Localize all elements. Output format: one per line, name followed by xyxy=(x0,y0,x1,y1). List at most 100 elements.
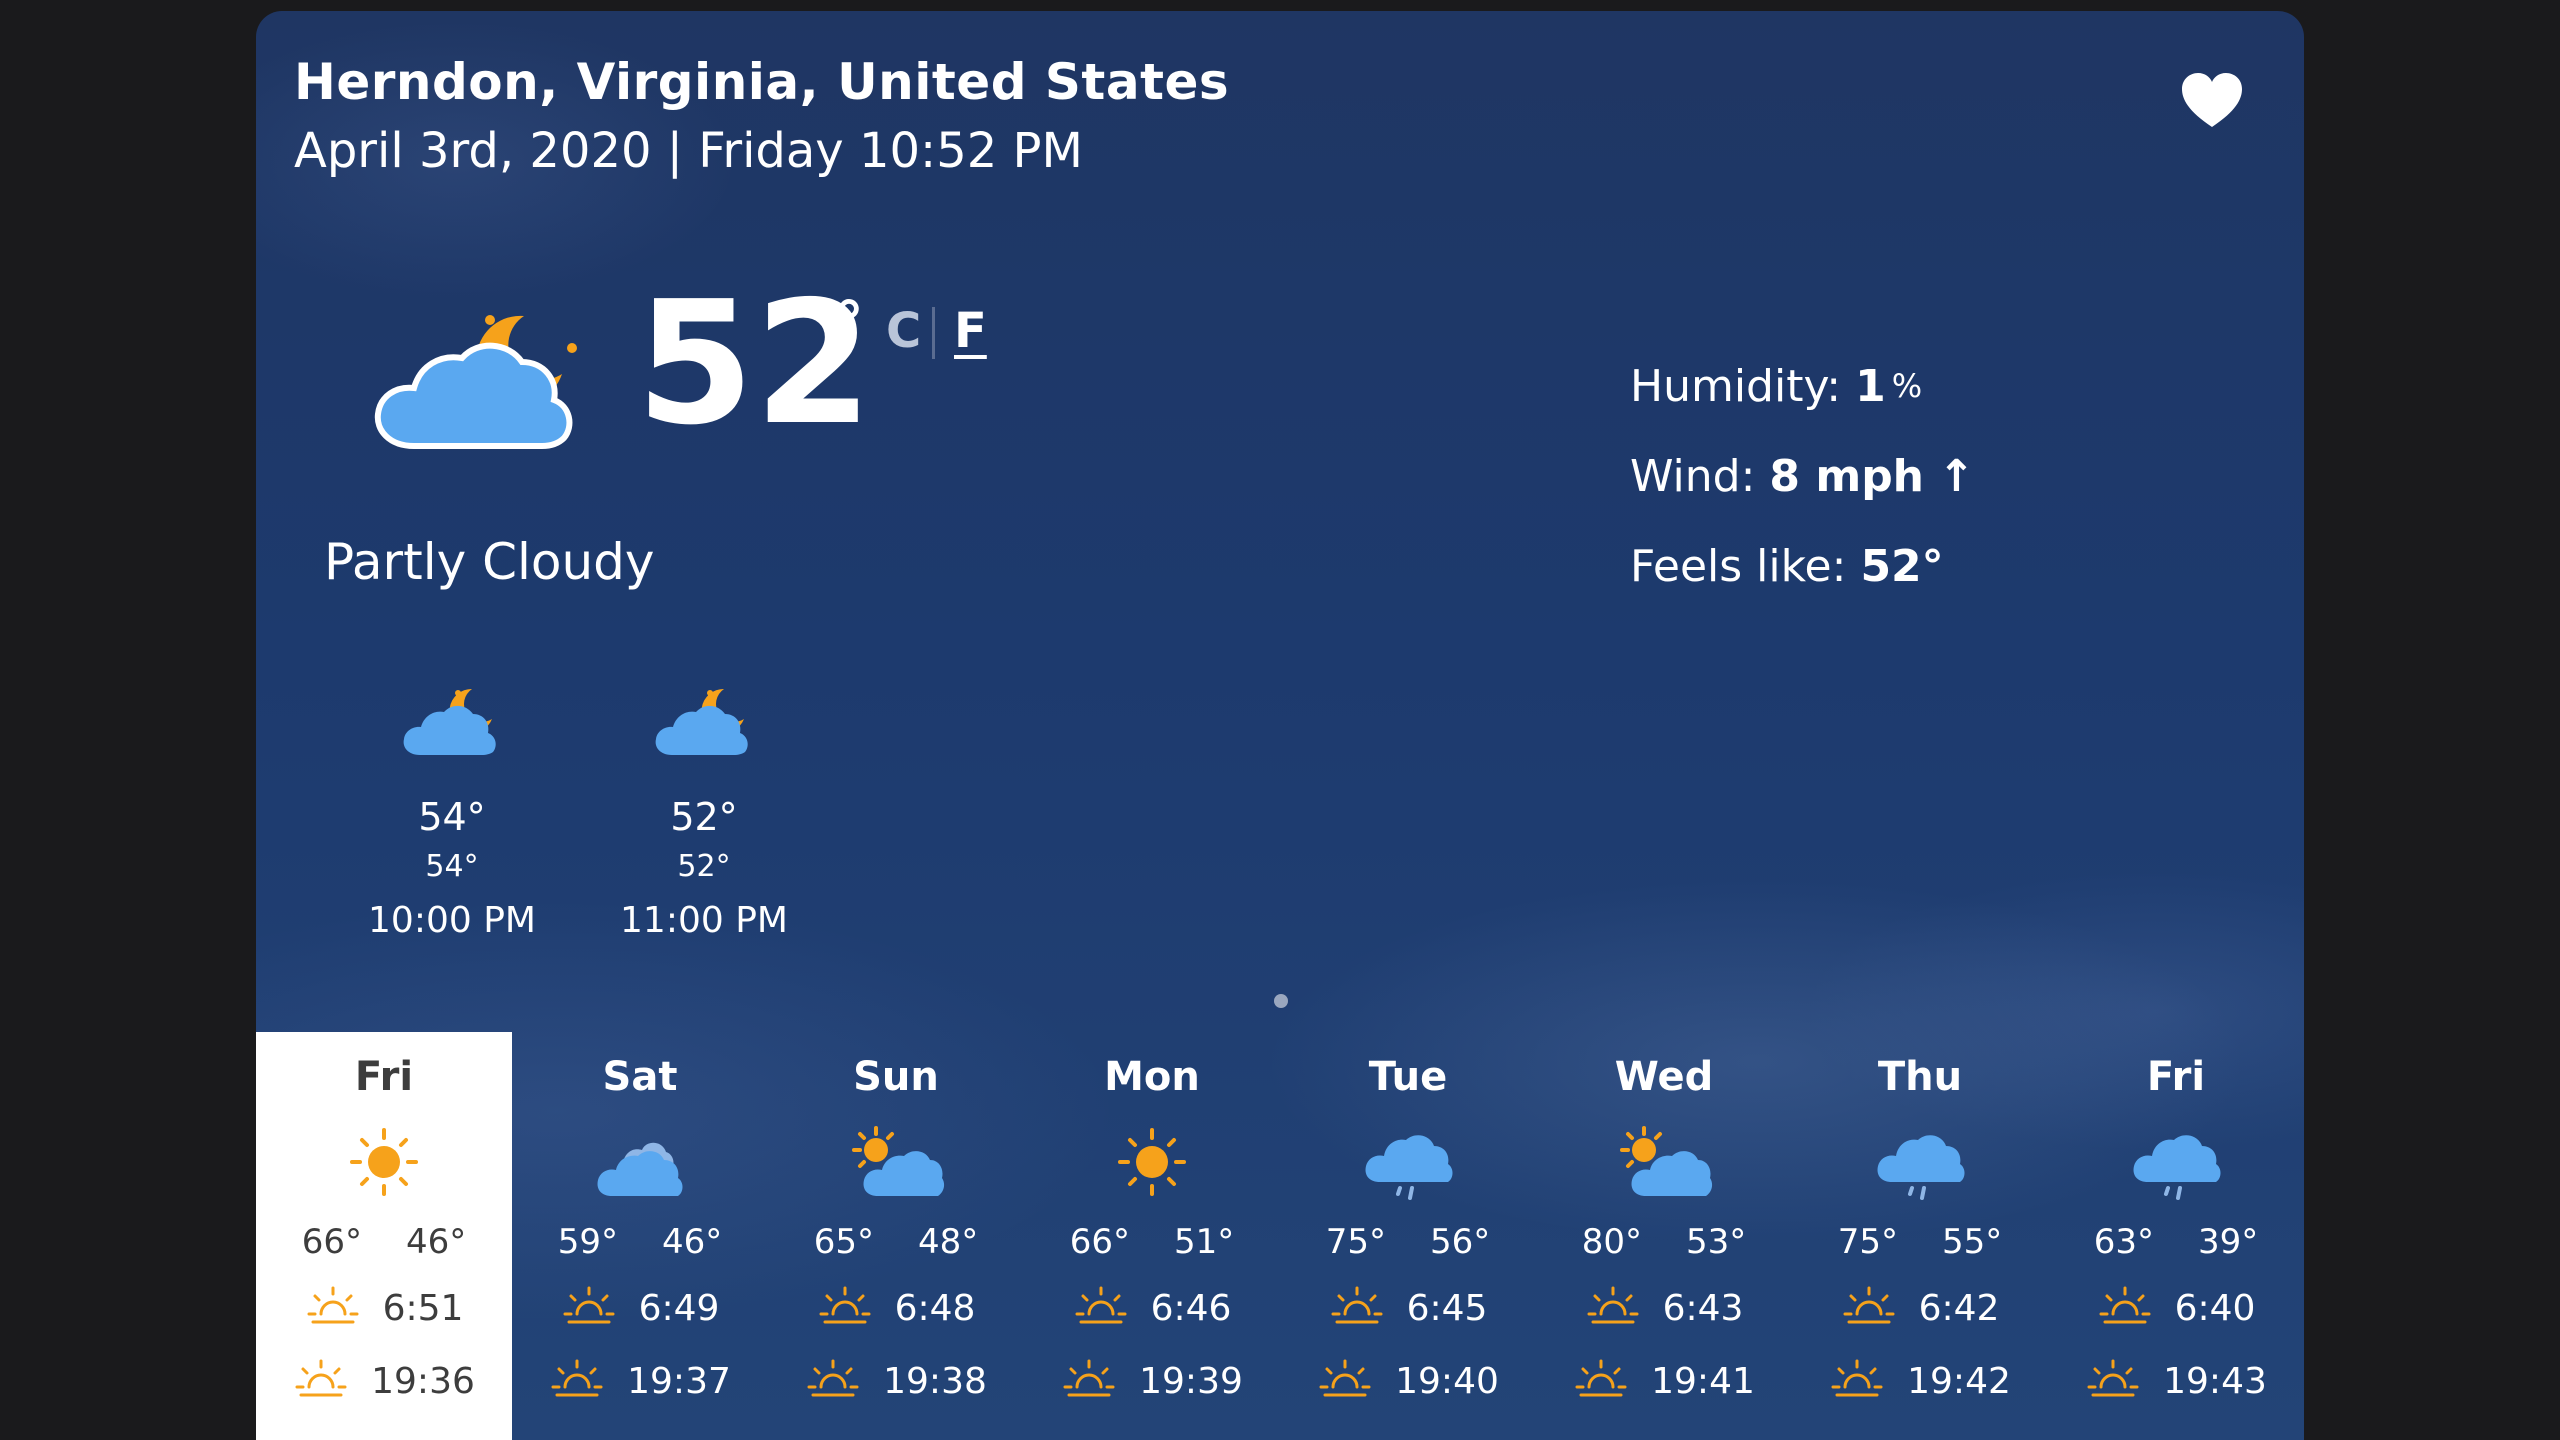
sunrise-row: 6:40 xyxy=(2048,1282,2304,1335)
rain-icon xyxy=(2126,1122,2226,1202)
sunset-time: 19:40 xyxy=(1395,1361,1499,1402)
low-temp: 46° xyxy=(662,1222,723,1262)
high-temp: 63° xyxy=(2093,1222,2154,1262)
sunrise-time: 6:40 xyxy=(2174,1288,2256,1329)
daily-forecast: Fri 66° 46° 6:51 19:36 Sat 59° 46° 6:49 19:… xyxy=(256,1032,2304,1440)
hourly-temp: 54° xyxy=(418,795,486,839)
sunset-row: 19:37 xyxy=(512,1355,768,1408)
high-temp: 75° xyxy=(1325,1222,1386,1262)
high-temp: 65° xyxy=(813,1222,874,1262)
heart-icon[interactable] xyxy=(2180,71,2244,131)
unit-fahrenheit-toggle[interactable]: F xyxy=(954,303,987,359)
high-low-temps: 63° 39° xyxy=(2048,1222,2304,1262)
sunrise-row: 6:43 xyxy=(1536,1282,1792,1335)
wind-value: 8 mph xyxy=(1769,450,1925,502)
hourly-time: 11:00 PM xyxy=(620,900,788,941)
day-name: Tue xyxy=(1368,1054,1448,1100)
day-column-6[interactable]: Thu 75° 55° 6:42 19:42 xyxy=(1792,1032,2048,1440)
high-low-temps: 75° 55° xyxy=(1792,1222,2048,1262)
degree-symbol: ° xyxy=(834,289,864,359)
high-low-temps: 75° 56° xyxy=(1280,1222,1536,1262)
day-column-5[interactable]: Wed 80° 53° 6:43 19:41 xyxy=(1536,1032,1792,1440)
sun-icon xyxy=(1102,1122,1202,1202)
day-column-4[interactable]: Tue 75° 56° 6:45 19:40 xyxy=(1280,1032,1536,1440)
partly-cloudy-night-icon xyxy=(374,315,577,449)
wind-label: Wind: xyxy=(1630,450,1756,502)
location-title: Herndon, Virginia, United States xyxy=(294,53,1230,111)
day-column-1[interactable]: Sat 59° 46° 6:49 19:37 xyxy=(512,1032,768,1440)
sunrise-time: 6:45 xyxy=(1406,1288,1488,1329)
low-temp: 56° xyxy=(1430,1222,1491,1262)
day-name: Mon xyxy=(1104,1054,1200,1100)
sunrise-row: 6:51 xyxy=(256,1282,512,1335)
date-time: April 3rd, 2020 | Friday 10:52 PM xyxy=(294,123,1083,179)
day-name: Fri xyxy=(354,1054,414,1100)
pager-dot[interactable] xyxy=(1274,994,1288,1008)
unit-celsius-toggle[interactable]: C xyxy=(886,303,921,359)
sunset-icon xyxy=(2085,1355,2141,1408)
partly-sunny-icon xyxy=(846,1122,946,1202)
high-temp: 66° xyxy=(301,1222,362,1262)
partly-cloudy-night-icon xyxy=(655,688,748,755)
day-column-7[interactable]: Fri 63° 39° 6:40 19:43 xyxy=(2048,1032,2304,1440)
weather-card: Herndon, Virginia, United States April 3… xyxy=(256,11,2304,1440)
humidity-value: 1 xyxy=(1855,360,1886,412)
hourly-forecast: 54° 54° 10:00 PM 52° 52° 11:00 PM xyxy=(326,681,830,941)
high-temp: 75° xyxy=(1837,1222,1898,1262)
day-name: Sun xyxy=(853,1054,939,1100)
sunset-icon xyxy=(293,1355,349,1408)
rain-icon xyxy=(1358,1122,1458,1202)
high-temp: 66° xyxy=(1069,1222,1130,1262)
sunrise-time: 6:51 xyxy=(382,1288,464,1329)
high-low-temps: 66° 46° xyxy=(256,1222,512,1262)
day-name: Wed xyxy=(1614,1054,1714,1100)
feels-like-label: Feels like: xyxy=(1630,540,1847,592)
cloudy-icon xyxy=(590,1122,690,1202)
wind-direction-icon: ↑ xyxy=(1938,450,1975,502)
sunrise-icon xyxy=(817,1282,873,1335)
partly-cloudy-night-icon xyxy=(403,688,496,755)
sunset-icon xyxy=(1829,1355,1885,1408)
sunset-time: 19:37 xyxy=(627,1361,731,1402)
sunrise-row: 6:46 xyxy=(1024,1282,1280,1335)
sunset-row: 19:42 xyxy=(1792,1355,2048,1408)
sunset-time: 19:38 xyxy=(883,1361,987,1402)
day-column-0[interactable]: Fri 66° 46° 6:51 19:36 xyxy=(256,1032,512,1440)
high-low-temps: 59° 46° xyxy=(512,1222,768,1262)
hourly-feels: 52° xyxy=(677,849,731,884)
sunset-time: 19:42 xyxy=(1907,1361,2011,1402)
day-name: Sat xyxy=(602,1054,678,1100)
sunrise-row: 6:42 xyxy=(1792,1282,2048,1335)
hourly-item: 52° 52° 11:00 PM xyxy=(578,681,830,941)
rain-icon xyxy=(1870,1122,1970,1202)
sunset-time: 19:43 xyxy=(2163,1361,2267,1402)
sunset-row: 19:43 xyxy=(2048,1355,2304,1408)
partly-sunny-icon xyxy=(1614,1122,1714,1202)
sunset-time: 19:36 xyxy=(371,1361,475,1402)
sunset-icon xyxy=(1061,1355,1117,1408)
sunrise-time: 6:49 xyxy=(638,1288,720,1329)
high-low-temps: 80° 53° xyxy=(1536,1222,1792,1262)
hourly-item: 54° 54° 10:00 PM xyxy=(326,681,578,941)
sunset-icon xyxy=(1573,1355,1629,1408)
day-column-3[interactable]: Mon 66° 51° 6:46 19:39 xyxy=(1024,1032,1280,1440)
hourly-time: 10:00 PM xyxy=(368,900,536,941)
sunrise-time: 6:46 xyxy=(1150,1288,1232,1329)
sunrise-time: 6:43 xyxy=(1662,1288,1744,1329)
sunrise-row: 6:45 xyxy=(1280,1282,1536,1335)
sunset-row: 19:39 xyxy=(1024,1355,1280,1408)
low-temp: 53° xyxy=(1686,1222,1747,1262)
sunset-icon xyxy=(1317,1355,1373,1408)
sunrise-icon xyxy=(1841,1282,1897,1335)
sunrise-icon xyxy=(1329,1282,1385,1335)
sunrise-icon xyxy=(1585,1282,1641,1335)
high-temp: 80° xyxy=(1581,1222,1642,1262)
sunrise-icon xyxy=(2097,1282,2153,1335)
sunset-row: 19:36 xyxy=(256,1355,512,1408)
day-column-2[interactable]: Sun 65° 48° 6:48 19:38 xyxy=(768,1032,1024,1440)
high-low-temps: 65° 48° xyxy=(768,1222,1024,1262)
sunrise-icon xyxy=(1073,1282,1129,1335)
hourly-temp: 52° xyxy=(670,795,738,839)
sunrise-icon xyxy=(561,1282,617,1335)
sunrise-row: 6:48 xyxy=(768,1282,1024,1335)
